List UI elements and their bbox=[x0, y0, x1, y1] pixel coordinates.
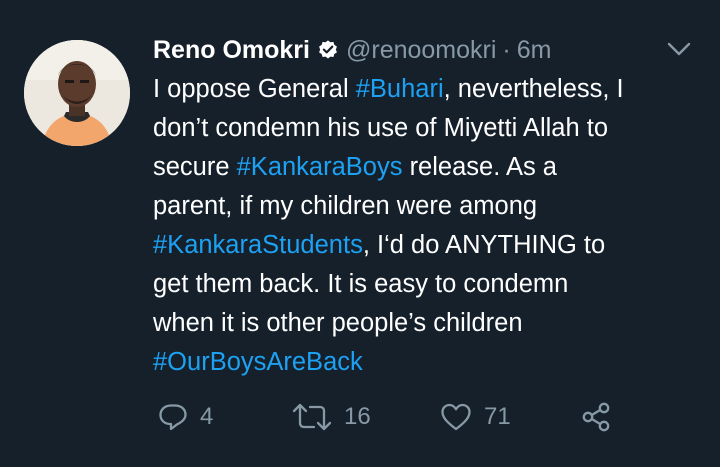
author-handle[interactable]: @renoomokri bbox=[346, 36, 496, 65]
tweet-text-segment: don’t condemn his use of Miyetti Allah t… bbox=[153, 114, 609, 142]
tweet-text-segment: , I‘d do ANYTHING to bbox=[362, 231, 606, 259]
tweet-text-segment: , nevertheless, I bbox=[443, 75, 624, 103]
tweet-text-line: #KankaraStudents, I‘d do ANYTHING to bbox=[153, 226, 698, 265]
hashtag-link[interactable]: #Buhari bbox=[356, 75, 444, 103]
like-button[interactable]: 71 bbox=[440, 399, 511, 435]
separator-dot: · bbox=[502, 35, 511, 64]
tweet-text-segment: parent, if my children were among bbox=[153, 192, 538, 220]
tweet-text-line: parent, if my children were among bbox=[153, 187, 698, 226]
tweet-card[interactable]: Reno Omokri @renoomokri · 6m I oppose Ge… bbox=[0, 0, 720, 467]
tweet-text-line: secure #KankaraBoys release. As a bbox=[153, 148, 698, 187]
tweet-text-line: get them back. It is easy to condemn bbox=[153, 265, 698, 304]
tweet-text-segment: secure bbox=[153, 153, 237, 181]
heart-icon bbox=[440, 402, 472, 432]
avatar[interactable] bbox=[24, 40, 130, 146]
reply-count: 4 bbox=[200, 403, 214, 430]
tweet-text-line: I oppose General #Buhari, nevertheless, … bbox=[153, 70, 698, 109]
avatar-image bbox=[24, 40, 130, 146]
tweet-text-line: don’t condemn his use of Miyetti Allah t… bbox=[153, 109, 698, 148]
hashtag-link[interactable]: #KankaraBoys bbox=[237, 153, 403, 181]
reply-icon bbox=[158, 402, 188, 432]
timestamp[interactable]: 6m bbox=[517, 36, 552, 65]
tweet-actions: 4 16 71 bbox=[0, 399, 720, 435]
author-name[interactable]: Reno Omokri bbox=[153, 36, 310, 65]
retweet-count: 16 bbox=[344, 403, 371, 430]
chevron-down-icon[interactable] bbox=[665, 38, 693, 60]
tweet-text: I oppose General #Buhari, nevertheless, … bbox=[153, 70, 698, 382]
tweet-header: Reno Omokri @renoomokri · 6m bbox=[153, 33, 551, 67]
retweet-button[interactable]: 16 bbox=[292, 399, 371, 435]
like-count: 71 bbox=[484, 403, 511, 430]
share-icon bbox=[580, 401, 612, 433]
hashtag-link[interactable]: #OurBoysAreBack bbox=[153, 348, 363, 376]
tweet-text-line: #OurBoysAreBack bbox=[153, 343, 698, 382]
share-button[interactable] bbox=[580, 399, 612, 435]
tweet-text-line: when it is other people’s children bbox=[153, 304, 698, 343]
tweet-text-segment: when it is other people’s children bbox=[153, 309, 523, 337]
tweet-text-segment: release. As a bbox=[402, 153, 557, 181]
reply-button[interactable]: 4 bbox=[158, 399, 213, 435]
tweet-text-segment: get them back. It is easy to condemn bbox=[153, 270, 569, 298]
tweet-text-segment: I oppose General bbox=[153, 75, 356, 103]
verified-badge-icon bbox=[317, 39, 339, 61]
hashtag-link[interactable]: #KankaraStudents bbox=[153, 231, 363, 259]
retweet-icon bbox=[292, 402, 332, 432]
